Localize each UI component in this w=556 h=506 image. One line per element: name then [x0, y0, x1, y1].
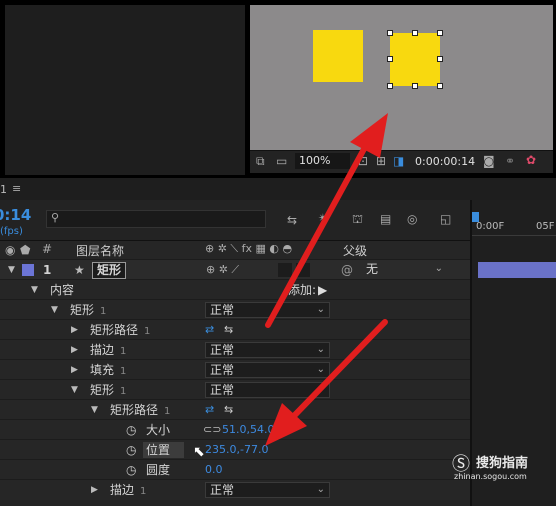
- watermark-url: zhinan.sogou.com: [454, 472, 527, 481]
- arrow-down: [265, 319, 388, 446]
- watermark: Ⓢ 搜狗指南 zhinan.sogou.com: [452, 446, 552, 486]
- arrow-up: [265, 113, 388, 328]
- watermark-brand: 搜狗指南: [476, 456, 529, 471]
- annotation-arrows: [265, 113, 388, 446]
